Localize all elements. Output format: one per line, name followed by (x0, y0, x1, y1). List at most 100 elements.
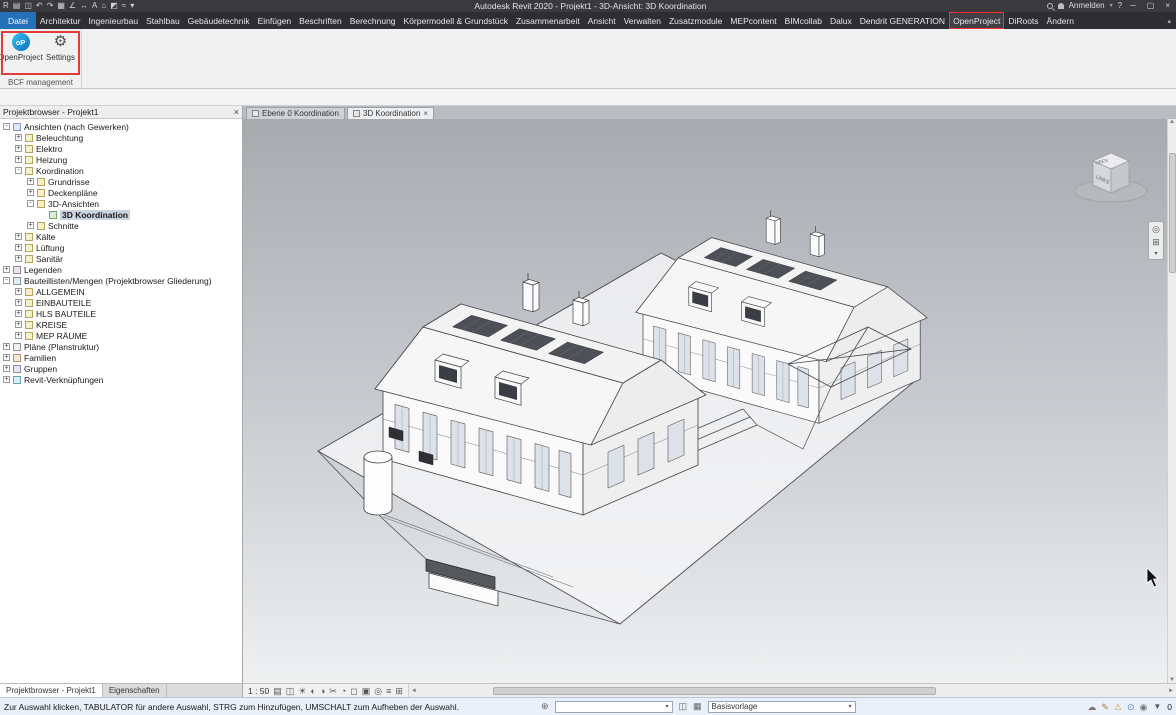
bottom-tab[interactable]: Eigenschaften (103, 684, 167, 697)
analytical-model-icon[interactable]: ⊞ (395, 685, 403, 697)
text-icon[interactable]: A (92, 2, 97, 10)
tree-item[interactable]: + Sanitär (0, 253, 242, 264)
close-button[interactable]: × (1162, 2, 1173, 10)
settings-button[interactable]: ⚙ Settings (44, 33, 78, 77)
expand-toggle-icon[interactable]: + (15, 134, 22, 141)
communicate-icon[interactable]: ✎ (1101, 702, 1109, 712)
section-icon[interactable]: ◩ (110, 2, 118, 10)
expand-toggle-icon[interactable]: + (27, 189, 34, 196)
detail-level-icon[interactable]: ▤ (273, 685, 282, 697)
help-icon[interactable]: ? (1118, 2, 1122, 10)
expand-toggle-icon[interactable]: + (15, 288, 22, 295)
tree-item[interactable]: + HLS BAUTEILE (0, 308, 242, 319)
constraints-icon[interactable]: ⊙ (1127, 702, 1135, 712)
app-menu-icon[interactable]: R (3, 2, 9, 10)
tree-item[interactable]: + ALLGEMEIN (0, 286, 242, 297)
ribbon-tab[interactable]: Ingenieurbau (84, 12, 142, 29)
maximize-button[interactable]: ▢ (1144, 2, 1158, 10)
ribbon-tab[interactable]: MEPcontent (726, 12, 780, 29)
visual-style-icon[interactable]: ◫ (286, 685, 295, 697)
design-options-icon[interactable]: ▦ (693, 701, 702, 712)
default-3d-view-icon[interactable]: ⌂ (101, 2, 106, 10)
save-icon[interactable]: ◫ (24, 2, 32, 10)
vertical-scroll-thumb[interactable] (1169, 153, 1176, 273)
tree-item[interactable]: - 3D-Ansichten (0, 198, 242, 209)
workset-search-icon[interactable]: ⊕ (541, 701, 549, 712)
rendering-icon[interactable]: ◑ (320, 685, 325, 697)
ribbon-tab[interactable]: Zusammenarbeit (512, 12, 584, 29)
temporary-hide-isolate-icon[interactable]: ◻ (350, 685, 357, 697)
measure-icon[interactable]: ∠ (69, 2, 76, 10)
ribbon-tab[interactable]: Dalux (826, 12, 856, 29)
view-tab[interactable]: 3D Koordination × (347, 107, 434, 119)
ribbon-tab[interactable]: Beschriften (295, 12, 346, 29)
tree-item[interactable]: + Beleuchtung (0, 132, 242, 143)
ribbon-tab[interactable]: Ansicht (584, 12, 620, 29)
expand-toggle-icon[interactable]: + (15, 145, 22, 152)
expand-toggle-icon[interactable]: + (15, 244, 22, 251)
customize-qat-icon[interactable]: ▾ (130, 2, 134, 10)
view-tab[interactable]: Ebene 0 Koordination × (246, 107, 345, 119)
warnings-icon[interactable]: ⚠ (1114, 702, 1122, 712)
tree-item[interactable]: 3D Koordination (0, 209, 242, 220)
expand-toggle-icon[interactable]: + (15, 332, 22, 339)
tree-item[interactable]: - Koordination (0, 165, 242, 176)
tree-item[interactable]: + KREISE (0, 319, 242, 330)
tree-item[interactable]: + Heizung (0, 154, 242, 165)
expand-toggle-icon[interactable]: + (15, 310, 22, 317)
scroll-right-icon[interactable]: ► (1168, 688, 1174, 694)
sign-in-button[interactable]: Anmelden (1069, 2, 1105, 10)
sign-in-caret-icon[interactable]: ▾ (1110, 3, 1113, 9)
ribbon-tab[interactable]: Zusatzmodule (665, 12, 726, 29)
ribbon-minimize-icon[interactable]: ▴ (1167, 17, 1171, 25)
undo-icon[interactable]: ↶ (36, 2, 43, 10)
expand-toggle-icon[interactable]: + (15, 321, 22, 328)
scale-control[interactable]: 1 : 50 (248, 686, 269, 696)
show-crop-region-icon[interactable]: ◔ (341, 685, 346, 697)
ribbon-tab[interactable]: Stahlbau (142, 12, 184, 29)
expand-toggle-icon[interactable]: + (3, 343, 10, 350)
expand-toggle-icon[interactable]: + (27, 178, 34, 185)
aligned-dimension-icon[interactable]: ↔ (80, 2, 88, 10)
tree-item[interactable]: + Deckenpläne (0, 187, 242, 198)
thin-lines-icon[interactable]: ≈ (122, 2, 126, 10)
expand-toggle-icon[interactable]: + (3, 354, 10, 361)
file-menu-button[interactable]: Datei (0, 12, 36, 29)
editable-only-icon[interactable]: ◫ (679, 701, 688, 712)
crop-view-icon[interactable]: ✂ (329, 685, 337, 697)
temporary-view-properties-icon[interactable]: ≡ (386, 685, 391, 697)
expand-toggle-icon[interactable]: + (15, 156, 22, 163)
view-cube[interactable]: OBEN LINKS (1069, 141, 1153, 213)
ribbon-tab[interactable]: Ändern (1043, 12, 1078, 29)
tree-item[interactable]: + EINBAUTEILE (0, 297, 242, 308)
reveal-hidden-icon[interactable]: ◉ (1139, 702, 1147, 712)
expand-toggle-icon[interactable]: - (15, 167, 22, 174)
worksharing-display-icon[interactable]: ◎ (374, 685, 382, 697)
close-view-icon[interactable]: × (423, 109, 428, 118)
minimize-button[interactable]: ─ (1127, 2, 1139, 10)
expand-toggle-icon[interactable]: + (15, 255, 22, 262)
sun-path-icon[interactable]: ☀ (298, 685, 306, 697)
expand-toggle-icon[interactable]: - (27, 200, 34, 207)
openproject-button[interactable]: oP OpenProject (4, 33, 38, 77)
ribbon-tab[interactable]: OpenProject (949, 12, 1004, 29)
tree-item[interactable]: + Pläne (Planstruktur) (0, 341, 242, 352)
tree-item[interactable]: - Bauteillisten/Mengen (Projektbrowser G… (0, 275, 242, 286)
expand-toggle-icon[interactable]: + (3, 376, 10, 383)
navbar-caret-icon[interactable]: ▾ (1154, 250, 1157, 257)
selection-filter-icon[interactable]: ▼ (1153, 702, 1161, 711)
vertical-scrollbar[interactable]: ▲ ▼ (1167, 119, 1176, 683)
tree-item[interactable]: + Revit-Verknüpfungen (0, 374, 242, 385)
expand-toggle-icon[interactable]: - (3, 123, 10, 130)
expand-toggle-icon[interactable]: + (27, 222, 34, 229)
ribbon-tab[interactable]: DiRoots (1004, 12, 1042, 29)
workset-dropdown[interactable]: ▾ (555, 701, 673, 713)
steering-wheel-icon[interactable]: ◎ (1152, 224, 1160, 235)
design-option-dropdown[interactable]: Basisvorlage▾ (708, 701, 856, 713)
reveal-hidden-elements-icon[interactable]: ▣ (362, 685, 371, 697)
tree-item[interactable]: + Familien (0, 352, 242, 363)
print-icon[interactable]: ▦ (57, 2, 65, 10)
scroll-up-icon[interactable]: ▲ (1169, 119, 1175, 125)
shadows-icon[interactable]: ◐ (310, 685, 315, 697)
tree-item[interactable]: + Elektro (0, 143, 242, 154)
